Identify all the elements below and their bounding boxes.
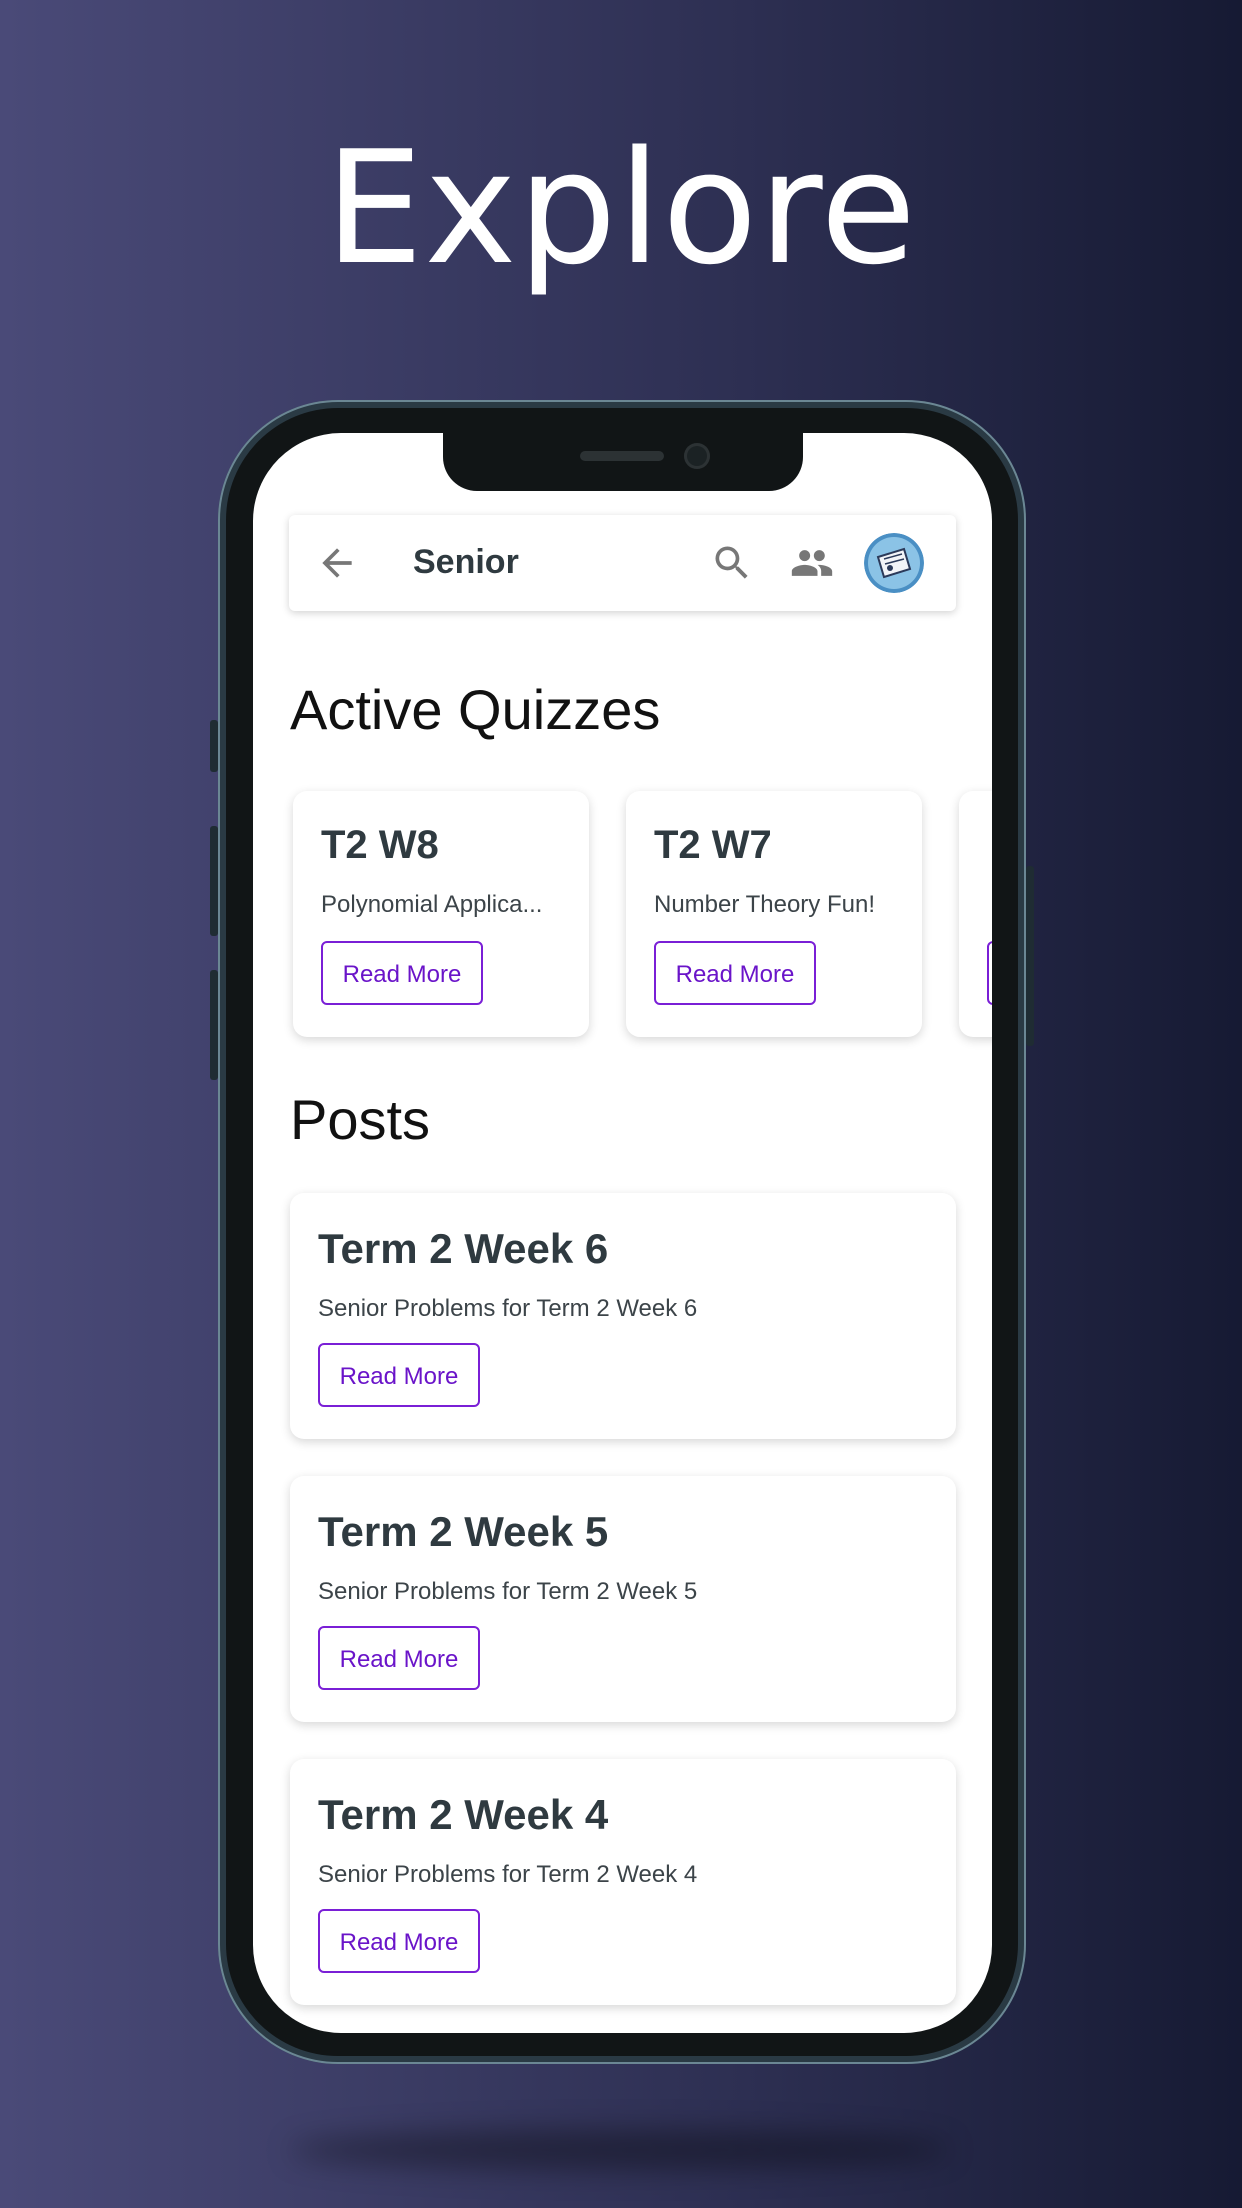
app-bar: Senior bbox=[289, 515, 956, 611]
app-screen: Senior Active Quizzes T2 W8 Polynomial A… bbox=[253, 433, 992, 2033]
posts-title: Posts bbox=[290, 1088, 431, 1151]
post-card: Term 2 Week 4 Senior Problems for Term 2… bbox=[290, 1759, 956, 2005]
post-card: Term 2 Week 5 Senior Problems for Term 2… bbox=[290, 1476, 956, 1722]
quiz-title: T2 W7 bbox=[654, 823, 772, 867]
post-description: Senior Problems for Term 2 Week 6 bbox=[318, 1295, 698, 1322]
avatar-image bbox=[864, 533, 924, 593]
post-description: Senior Problems for Term 2 Week 4 bbox=[318, 1861, 698, 1888]
volume-down-button bbox=[210, 970, 218, 1080]
read-more-button[interactable]: Read More bbox=[318, 1626, 480, 1690]
quiz-description: Polynomial Applica... bbox=[321, 891, 543, 918]
volume-up-button bbox=[210, 826, 218, 936]
post-title: Term 2 Week 5 bbox=[318, 1508, 609, 1555]
arrow-left-icon bbox=[322, 548, 352, 578]
people-icon bbox=[791, 550, 833, 576]
quiz-description: Number Theory Fun! bbox=[654, 891, 875, 918]
back-button[interactable] bbox=[315, 541, 359, 585]
search-icon bbox=[715, 546, 748, 579]
post-description: Senior Problems for Term 2 Week 5 bbox=[318, 1578, 698, 1605]
power-button bbox=[1026, 866, 1034, 1046]
phone-notch bbox=[443, 433, 803, 491]
members-button[interactable] bbox=[790, 541, 834, 585]
mute-switch bbox=[210, 720, 218, 772]
camera-icon bbox=[684, 443, 710, 469]
app-bar-title: Senior bbox=[413, 543, 519, 581]
read-more-button[interactable]: Read More bbox=[654, 941, 816, 1005]
phone-shadow bbox=[290, 2130, 950, 2170]
read-more-button-partial[interactable] bbox=[987, 941, 992, 1005]
read-more-button[interactable]: Read More bbox=[318, 1343, 480, 1407]
read-more-button[interactable]: Read More bbox=[318, 1909, 480, 1973]
quiz-card: T2 W8 Polynomial Applica... Read More bbox=[293, 791, 589, 1037]
quiz-card: T2 W7 Number Theory Fun! Read More bbox=[626, 791, 922, 1037]
headline: Explore bbox=[324, 117, 918, 299]
user-avatar[interactable] bbox=[864, 533, 924, 593]
post-title: Term 2 Week 6 bbox=[318, 1225, 609, 1272]
quiz-card-partial bbox=[959, 791, 992, 1037]
post-title: Term 2 Week 4 bbox=[318, 1791, 609, 1838]
post-card: Term 2 Week 6 Senior Problems for Term 2… bbox=[290, 1193, 956, 1439]
phone-speaker bbox=[580, 451, 664, 461]
search-button[interactable] bbox=[710, 541, 754, 585]
read-more-button[interactable]: Read More bbox=[321, 941, 483, 1005]
quiz-title: T2 W8 bbox=[321, 823, 439, 867]
active-quizzes-title: Active Quizzes bbox=[290, 678, 661, 741]
